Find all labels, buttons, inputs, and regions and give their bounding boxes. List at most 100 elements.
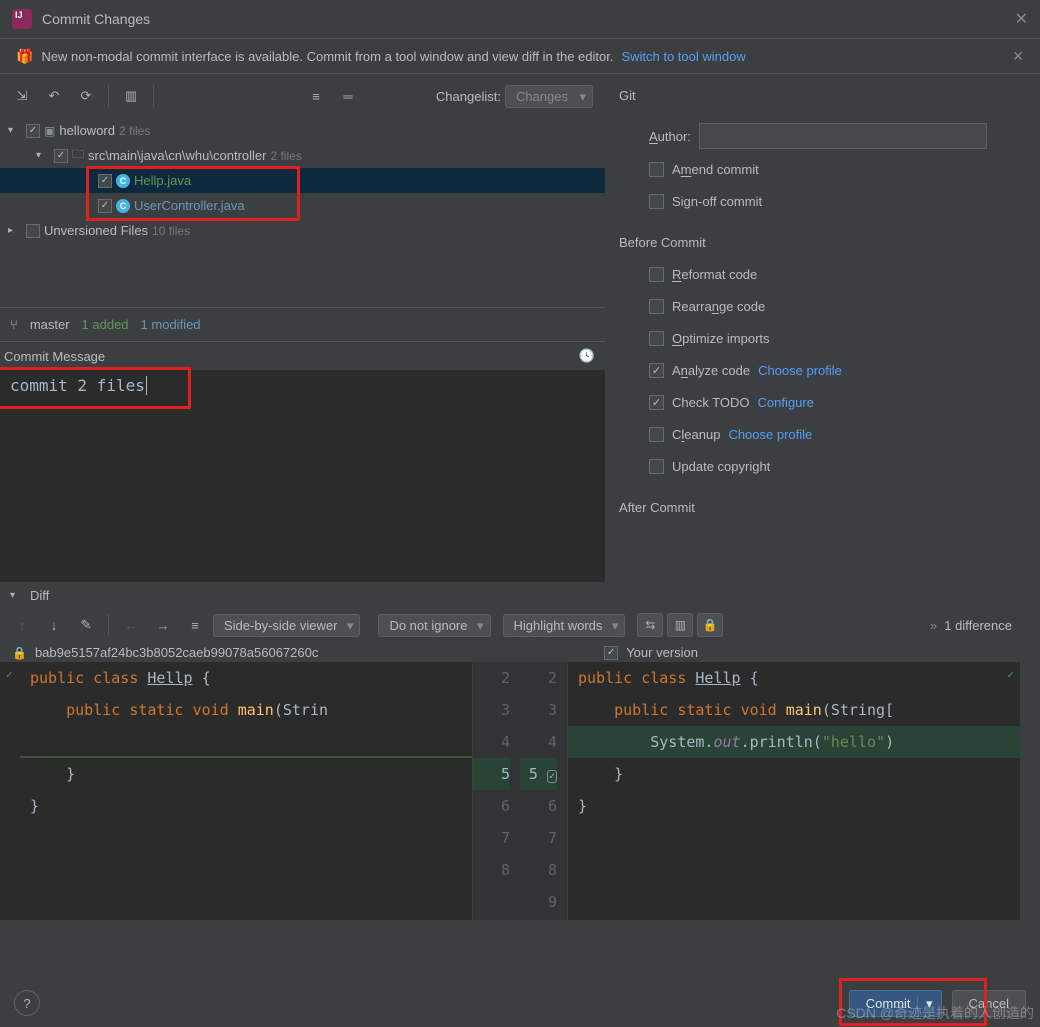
tree-file[interactable]: C UserController.java xyxy=(0,193,605,218)
changelist-dropdown[interactable]: Changes xyxy=(505,85,593,108)
analyze-label: Analyze code xyxy=(672,363,750,378)
file-name-added: Hellp.java xyxy=(134,173,191,188)
ignore-dropdown[interactable]: Do not ignore xyxy=(378,614,490,637)
prev-diff-icon[interactable]: ↑ xyxy=(8,611,36,639)
group-by-icon[interactable]: ▥ xyxy=(117,82,145,110)
checkbox[interactable] xyxy=(26,124,40,138)
watermark: CSDN @奇迹是执着的人创造的 xyxy=(836,1003,1034,1023)
branch-icon: ⑂ xyxy=(10,317,18,332)
left-code-pane[interactable]: public class Hellp { public static void … xyxy=(0,662,472,920)
analyze-profile-link[interactable]: Choose profile xyxy=(758,363,842,378)
diff-heading: Diff xyxy=(30,588,49,603)
chevron-right-icon[interactable]: ▸ xyxy=(8,225,22,236)
checkbox[interactable] xyxy=(98,174,112,188)
checkbox[interactable] xyxy=(98,199,112,213)
file-name-modified: UserController.java xyxy=(134,198,245,213)
checkbox[interactable] xyxy=(26,224,40,238)
next-file-icon[interactable]: → xyxy=(149,611,177,639)
changelist-label: Changelist: xyxy=(436,89,501,104)
tree-package[interactable]: ▾ 🗀 src\main\java\cn\whu\controller 2 fi… xyxy=(0,143,605,168)
java-class-icon: C xyxy=(116,174,130,188)
right-code-pane[interactable]: public class Hellp { public static void … xyxy=(568,662,1020,920)
chevron-down-icon[interactable]: ▾ xyxy=(36,150,50,161)
highlight-dropdown[interactable]: Highlight words xyxy=(503,614,626,637)
chevron-down-icon[interactable]: ▾ xyxy=(8,125,22,136)
diff-viewer: ✓ public class Hellp { public static voi… xyxy=(0,662,1020,920)
tree-unversioned[interactable]: ▸ Unversioned Files 10 files xyxy=(0,218,605,243)
analyze-checkbox[interactable] xyxy=(649,363,664,378)
changes-tree[interactable]: ▾ ▣ helloword 2 files ▾ 🗀 src\main\java\… xyxy=(0,118,605,308)
info-banner: 🎁 New non-modal commit interface is avai… xyxy=(0,38,1040,74)
branch-status: ⑂ master 1 added 1 modified xyxy=(0,308,605,342)
branch-name: master xyxy=(30,317,70,332)
list-icon[interactable]: ≡ xyxy=(181,611,209,639)
signoff-label: Sign-off commit xyxy=(672,194,762,209)
optimize-label: Optimize imports xyxy=(672,331,770,346)
copyright-checkbox[interactable] xyxy=(649,459,664,474)
reformat-checkbox[interactable] xyxy=(649,267,664,282)
amend-checkbox[interactable] xyxy=(649,162,664,177)
signoff-checkbox[interactable] xyxy=(649,194,664,209)
title-bar: Commit Changes ✕ xyxy=(0,0,1040,38)
collapse-all-icon[interactable]: ═ xyxy=(334,82,362,110)
cleanup-checkbox[interactable] xyxy=(649,427,664,442)
amend-label: Amend commit xyxy=(672,162,759,177)
chevron-down-icon[interactable]: ▾ xyxy=(10,590,24,601)
after-commit-heading: After Commit xyxy=(617,482,1028,523)
changes-toolbar: ⇲ ↶ ⟳ ▥ ≡ ═ Changelist: Changes xyxy=(0,74,605,118)
cleanup-label: Cleanup xyxy=(672,427,720,442)
banner-text: New non-modal commit interface is availa… xyxy=(41,49,613,64)
author-input[interactable] xyxy=(699,123,987,149)
todo-configure-link[interactable]: Configure xyxy=(758,395,814,410)
module-icon: ▣ xyxy=(44,124,55,138)
next-diff-icon[interactable]: ↓ xyxy=(40,611,68,639)
switch-tool-window-link[interactable]: Switch to tool window xyxy=(621,49,745,64)
copyright-label: Update copyright xyxy=(672,459,770,474)
commit-message-label: Commit Message xyxy=(4,349,105,364)
reformat-label: Reformat code xyxy=(672,267,757,282)
file-count: 2 files xyxy=(119,124,150,138)
gutter-mark-icon: ✓ xyxy=(1007,668,1014,681)
left-revision-hash: bab9e5157af24bc3b8052caeb99078a56067260c xyxy=(35,645,318,660)
prev-file-icon[interactable]: ← xyxy=(117,611,145,639)
modified-count: 1 modified xyxy=(141,317,201,332)
todo-checkbox[interactable] xyxy=(649,395,664,410)
unversioned-label: Unversioned Files xyxy=(44,223,148,238)
rearrange-checkbox[interactable] xyxy=(649,299,664,314)
before-commit-heading: Before Commit xyxy=(617,217,1028,258)
tree-root[interactable]: ▾ ▣ helloword 2 files xyxy=(0,118,605,143)
expand-all-icon[interactable]: ≡ xyxy=(302,82,330,110)
app-logo xyxy=(12,9,32,29)
cleanup-profile-link[interactable]: Choose profile xyxy=(728,427,812,442)
java-class-icon: C xyxy=(116,199,130,213)
file-count: 10 files xyxy=(152,224,190,238)
commit-message-header: Commit Message 🕓 xyxy=(0,342,605,370)
git-heading: Git xyxy=(617,82,1028,119)
lock-small-icon: 🔒 xyxy=(12,646,27,660)
history-icon[interactable]: 🕓 xyxy=(579,348,595,364)
edit-icon[interactable]: ✎ xyxy=(72,611,100,639)
help-icon[interactable]: ? xyxy=(14,990,40,1016)
checkbox[interactable] xyxy=(54,149,68,163)
tree-file[interactable]: C Hellp.java xyxy=(0,168,605,193)
folder-icon: 🗀 xyxy=(72,145,84,166)
package-path: src\main\java\cn\whu\controller xyxy=(88,148,266,163)
commit-message-text: commit 2 files xyxy=(10,376,147,395)
author-label: Author: xyxy=(649,129,691,144)
todo-label: Check TODO xyxy=(672,395,750,410)
added-count: 1 added xyxy=(82,317,129,332)
banner-close-icon[interactable]: ✕ xyxy=(1012,48,1024,65)
show-diff-icon[interactable]: ⇲ xyxy=(8,82,36,110)
tree-root-label: helloword xyxy=(59,123,115,138)
gutter: 234 567 8 234 5 ✓67 89 xyxy=(472,662,568,920)
viewer-mode-dropdown[interactable]: Side-by-side viewer xyxy=(213,614,360,637)
gift-icon: 🎁 xyxy=(16,48,33,65)
refresh-icon[interactable]: ⟳ xyxy=(72,82,100,110)
rearrange-label: Rearrange code xyxy=(672,299,765,314)
file-count: 2 files xyxy=(270,149,301,163)
window-title: Commit Changes xyxy=(42,11,150,27)
close-icon[interactable]: ✕ xyxy=(1015,9,1028,29)
commit-message-input[interactable]: commit 2 files xyxy=(0,370,605,582)
revert-icon[interactable]: ↶ xyxy=(40,82,68,110)
optimize-checkbox[interactable] xyxy=(649,331,664,346)
